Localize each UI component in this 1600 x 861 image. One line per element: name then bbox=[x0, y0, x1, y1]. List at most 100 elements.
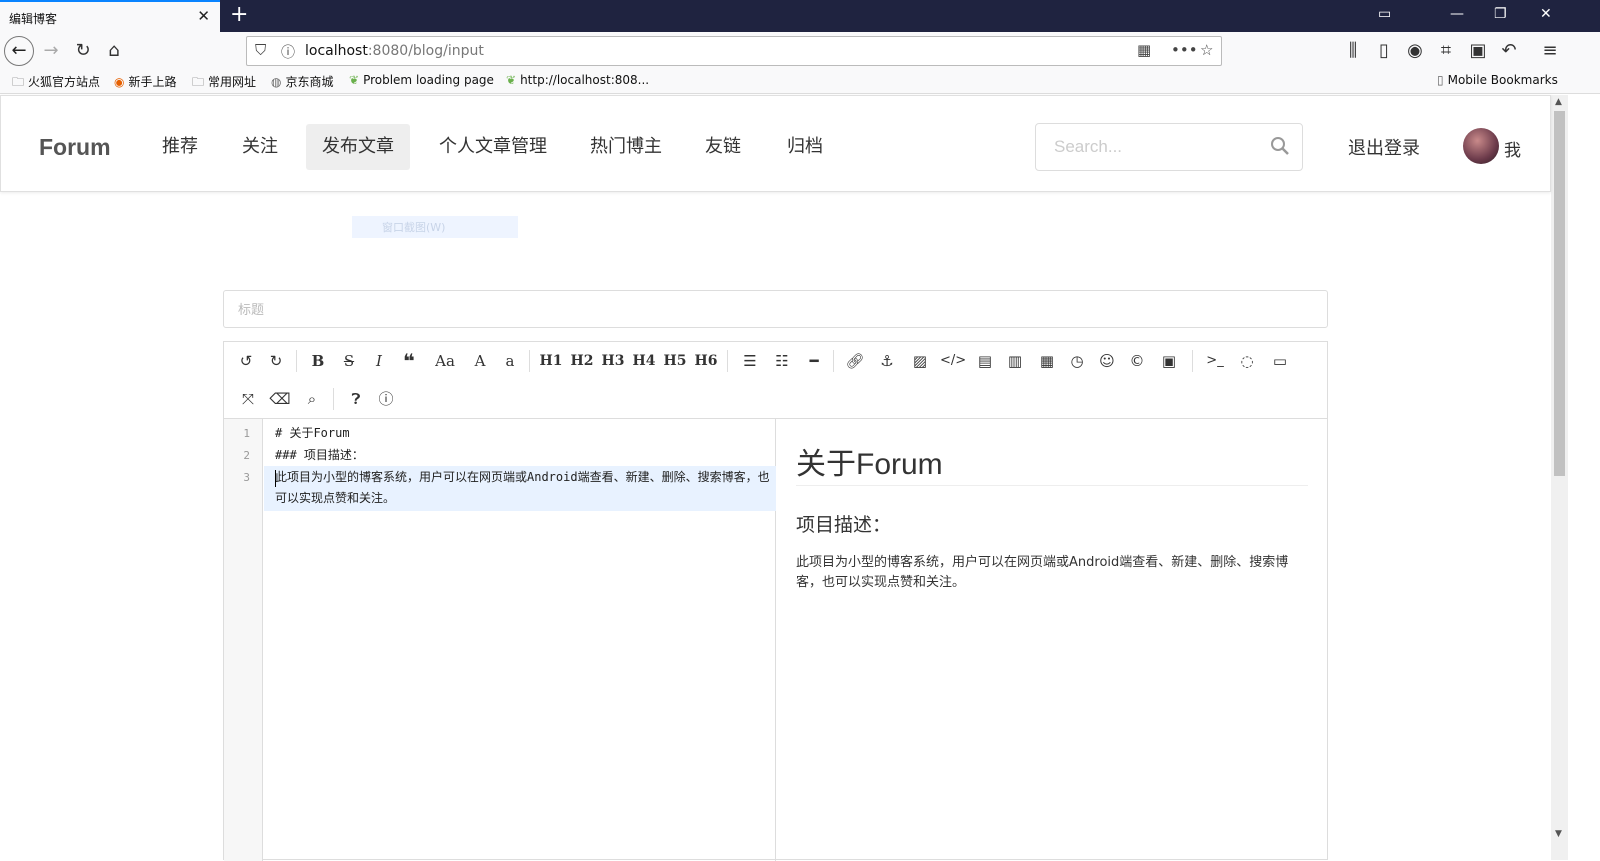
reload-icon[interactable]: ↻ bbox=[70, 38, 96, 64]
bookmark-item[interactable]: ◍ 京东商城 bbox=[271, 73, 334, 90]
ordered-list-icon[interactable]: ☷ bbox=[769, 348, 795, 374]
forward-arrow-icon[interactable]: → bbox=[38, 38, 64, 64]
chat-icon[interactable]: ▣ bbox=[1465, 38, 1491, 64]
image-icon[interactable]: ▨ bbox=[907, 348, 933, 374]
emoji-icon[interactable]: ☺ bbox=[1094, 348, 1120, 374]
preview-heading-1: 关于Forum bbox=[796, 448, 943, 481]
scroll-down-icon[interactable]: ▼ bbox=[1555, 829, 1562, 839]
nav-publish[interactable]: 发布文章 bbox=[306, 124, 410, 170]
info-icon[interactable]: ⓘ bbox=[373, 386, 399, 412]
phone-icon: ▯ bbox=[1437, 73, 1444, 87]
h1-icon[interactable]: H1 bbox=[538, 348, 564, 374]
info-icon[interactable]: ⓘ bbox=[281, 42, 295, 62]
more-actions-icon[interactable]: ••• bbox=[1171, 41, 1198, 59]
code-pane[interactable]: # 关于Forum ### 项目描述： 此项目为小型的博客系统，用户可以在网页端… bbox=[264, 419, 776, 861]
help-icon[interactable]: ❓︎ bbox=[343, 386, 369, 412]
nav-recommend[interactable]: 推荐 bbox=[146, 124, 214, 170]
url-bar[interactable]: ⛉ ⓘ localhost:8080/blog/input ▦ ••• ☆ bbox=[246, 36, 1222, 66]
line-number: 1 bbox=[243, 427, 250, 440]
strikethrough-icon[interactable]: S bbox=[336, 348, 362, 374]
bookmark-item[interactable]: 🗀 常用网址 bbox=[192, 73, 256, 94]
code-line[interactable]: # 关于Forum bbox=[275, 423, 770, 444]
bookmark-star-icon[interactable]: ☆ bbox=[1200, 41, 1213, 59]
menu-hamburger-icon[interactable]: ≡ bbox=[1537, 38, 1563, 64]
horizontal-rule-icon[interactable]: ━ bbox=[801, 348, 827, 374]
page-scrollbar[interactable]: ▲ ▼ bbox=[1551, 95, 1568, 860]
toolbar-separator bbox=[727, 350, 728, 372]
code-block-icon[interactable]: ▤ bbox=[972, 348, 998, 374]
redo-icon[interactable]: ↻ bbox=[263, 348, 289, 374]
screenshot-crop-icon[interactable]: ⌗ bbox=[1433, 38, 1459, 64]
scroll-up-icon[interactable]: ▲ bbox=[1555, 97, 1562, 107]
nav-links[interactable]: 友链 bbox=[689, 124, 757, 170]
qr-code-icon[interactable]: ▦ bbox=[1137, 41, 1151, 59]
uppercase-icon[interactable]: A bbox=[467, 348, 493, 374]
preview-heading-3: 项目描述： bbox=[796, 514, 892, 536]
hide-preview-icon[interactable]: ◌ bbox=[1234, 348, 1260, 374]
bookmark-item[interactable]: ◉ 新手上路 bbox=[114, 73, 177, 90]
nav-follow[interactable]: 关注 bbox=[226, 124, 294, 170]
anchor-icon[interactable]: ⚓︎ bbox=[874, 348, 900, 374]
font-case-icon[interactable]: Aa bbox=[428, 348, 462, 374]
browser-tab[interactable]: 编辑博客 ✕ bbox=[0, 0, 220, 32]
pagebreak-icon[interactable]: ▣ bbox=[1156, 348, 1182, 374]
html-entities-icon[interactable]: © bbox=[1124, 348, 1150, 374]
account-icon[interactable]: ◉ bbox=[1402, 38, 1428, 64]
undo-icon[interactable]: ↶ bbox=[1496, 38, 1522, 64]
back-arrow-icon[interactable]: ← bbox=[4, 36, 34, 66]
preformatted-icon[interactable]: ▥ bbox=[1002, 348, 1028, 374]
url-text[interactable]: localhost:8080/blog/input bbox=[305, 43, 484, 59]
me-link[interactable]: 我 bbox=[1504, 136, 1521, 161]
close-tab-icon[interactable]: ✕ bbox=[197, 7, 210, 25]
shield-icon[interactable]: ⛉ bbox=[255, 41, 266, 59]
minimize-icon[interactable]: — bbox=[1450, 6, 1464, 22]
library-icon[interactable]: ⫼ bbox=[1340, 38, 1366, 64]
scrollbar-thumb[interactable] bbox=[1554, 111, 1565, 476]
toolbar-separator bbox=[296, 350, 297, 372]
h4-icon[interactable]: H4 bbox=[631, 348, 657, 374]
fullscreen-icon[interactable]: ⤧ bbox=[235, 386, 261, 412]
bookmarks-bar: 🗀 火狐官方站点 ◉ 新手上路 🗀 常用网址 ◍ 京东商城 ❦ Problem loadi… bbox=[0, 70, 1600, 94]
bold-icon[interactable]: B bbox=[305, 348, 331, 374]
code-line[interactable]: ### 项目描述： bbox=[275, 445, 770, 466]
tab-list-icon[interactable]: ▭ bbox=[1378, 6, 1391, 22]
h3-icon[interactable]: H3 bbox=[600, 348, 626, 374]
fullscreen-preview-icon[interactable]: ▭ bbox=[1267, 348, 1293, 374]
h2-icon[interactable]: H2 bbox=[569, 348, 595, 374]
eraser-icon[interactable]: ⌫ bbox=[267, 386, 293, 412]
search-icon[interactable]: ⌕ bbox=[299, 386, 325, 412]
search-input[interactable] bbox=[1037, 125, 1257, 169]
home-icon[interactable]: ⌂ bbox=[101, 38, 127, 64]
nav-hot-bloggers[interactable]: 热门博主 bbox=[574, 124, 678, 170]
bookmark-item[interactable]: ❦ http://localhost:808... bbox=[506, 73, 649, 87]
tab-title: 编辑博客 bbox=[9, 12, 58, 26]
bullet-list-icon[interactable]: ☰ bbox=[737, 348, 763, 374]
title-input[interactable] bbox=[224, 291, 1327, 327]
terminal-icon[interactable]: >_ bbox=[1202, 348, 1228, 374]
nav-manage-articles[interactable]: 个人文章管理 bbox=[423, 124, 563, 170]
datetime-icon[interactable]: ◷ bbox=[1064, 348, 1090, 374]
h5-icon[interactable]: H5 bbox=[662, 348, 688, 374]
code-inline-icon[interactable]: </> bbox=[940, 348, 966, 374]
code-line[interactable]: 此项目为小型的博客系统，用户可以在网页端或Android端查看、新建、删除、搜索… bbox=[275, 467, 770, 509]
bookmark-item[interactable]: 🗀 火狐官方站点 bbox=[12, 73, 100, 94]
search-icon[interactable] bbox=[1270, 136, 1290, 156]
sidebar-icon[interactable]: ▯ bbox=[1371, 38, 1397, 64]
nav-archive[interactable]: 归档 bbox=[771, 124, 839, 170]
table-icon[interactable]: ▦ bbox=[1034, 348, 1060, 374]
link-icon[interactable]: 🔗︎ bbox=[842, 348, 868, 374]
avatar[interactable] bbox=[1463, 128, 1499, 164]
italic-icon[interactable]: I bbox=[366, 348, 392, 374]
lowercase-icon[interactable]: a bbox=[497, 348, 523, 374]
mobile-bookmarks[interactable]: ▯ Mobile Bookmarks bbox=[1437, 73, 1558, 87]
logout-link[interactable]: 退出登录 bbox=[1348, 134, 1420, 160]
bookmark-item[interactable]: ❦ Problem loading page bbox=[349, 73, 494, 87]
restore-icon[interactable]: ❐ bbox=[1494, 6, 1507, 22]
new-tab-button[interactable]: + bbox=[230, 2, 248, 27]
browser-tab-bar: 编辑博客 ✕ + ▭ — ❐ ✕ bbox=[0, 0, 1600, 32]
h6-icon[interactable]: H6 bbox=[693, 348, 719, 374]
quote-icon[interactable]: ❝ bbox=[396, 348, 422, 374]
close-window-icon[interactable]: ✕ bbox=[1540, 6, 1552, 22]
undo-icon[interactable]: ↺ bbox=[233, 348, 259, 374]
site-brand[interactable]: Forum bbox=[39, 134, 111, 161]
